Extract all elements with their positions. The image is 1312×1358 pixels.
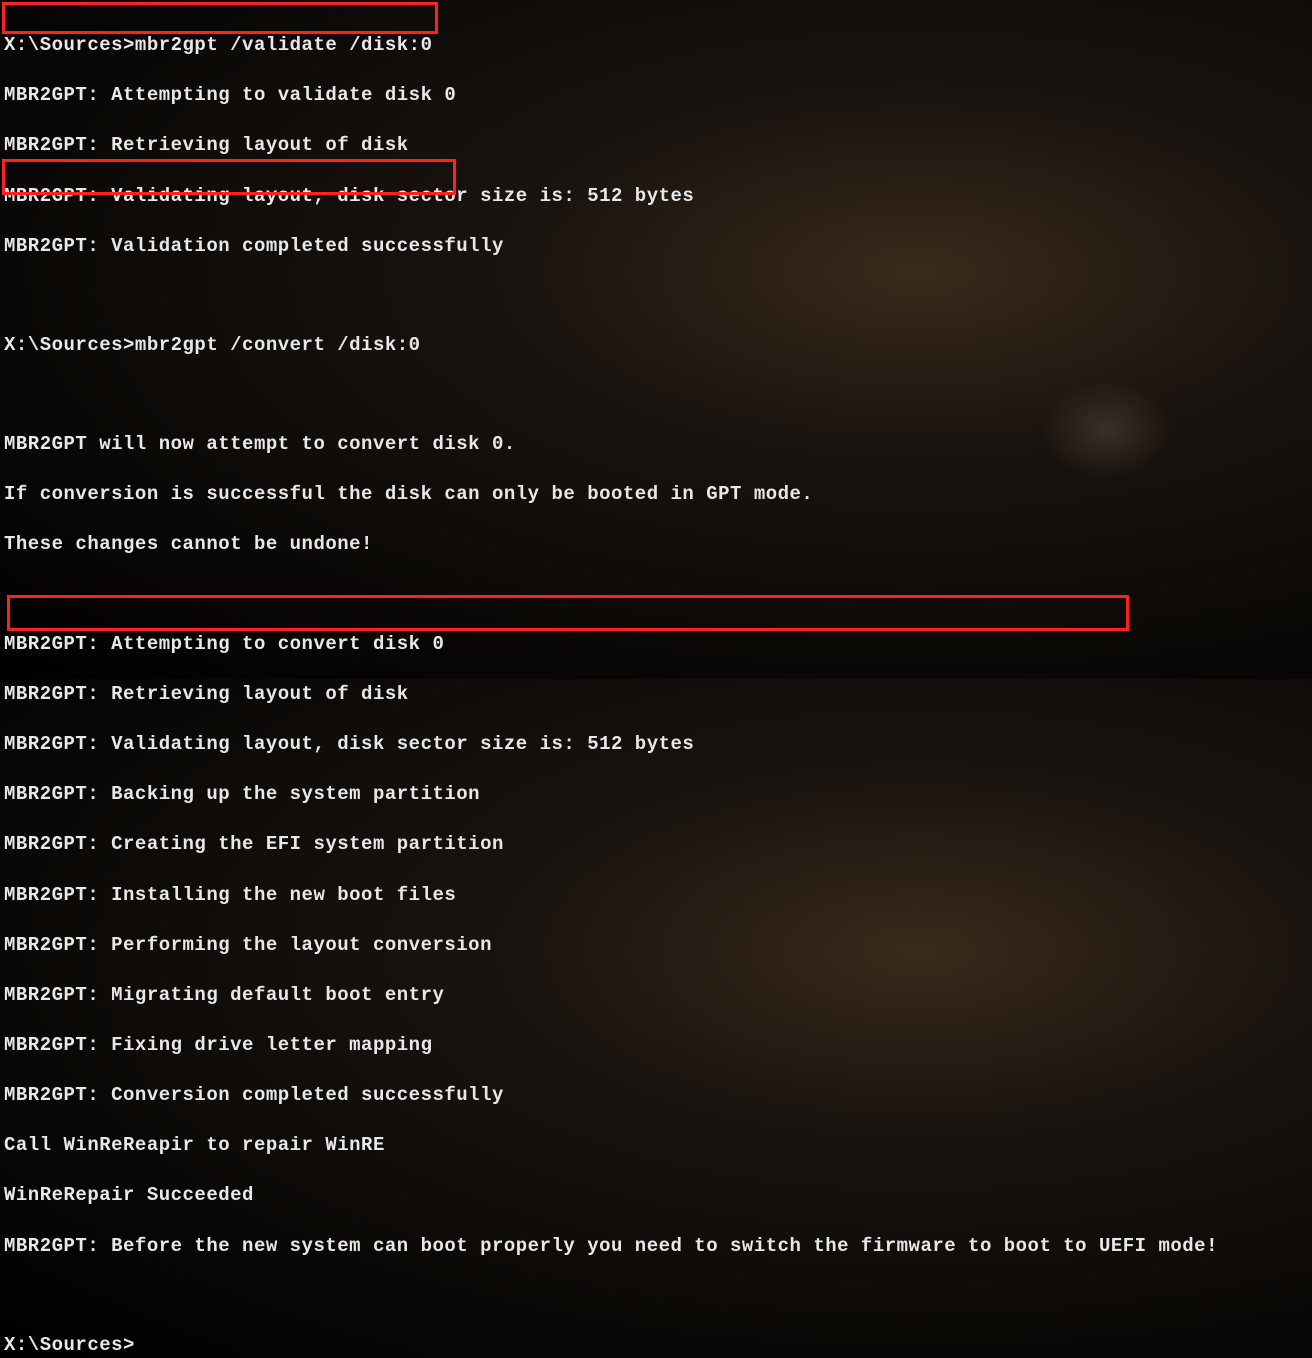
output-line: MBR2GPT: Migrating default boot entry [4,983,1312,1008]
output-line: MBR2GPT: Before the new system can boot … [4,1234,1312,1259]
output-line: MBR2GPT: Retrieving layout of disk [4,682,1312,707]
output-line: WinReRepair Succeeded [4,1183,1312,1208]
output-line: MBR2GPT: Backing up the system partition [4,782,1312,807]
terminal-output[interactable]: X:\Sources>mbr2gpt /validate /disk:0 MBR… [4,8,1312,1358]
command-convert: mbr2gpt /convert /disk:0 [135,334,421,356]
output-line: MBR2GPT: Validating layout, disk sector … [4,184,1312,209]
prompt: X:\Sources> [4,334,135,356]
output-line: MBR2GPT: Retrieving layout of disk [4,133,1312,158]
output-line: Call WinReReapir to repair WinRE [4,1133,1312,1158]
command-validate: mbr2gpt /validate /disk:0 [135,34,433,56]
output-line: MBR2GPT: Fixing drive letter mapping [4,1033,1312,1058]
output-line: MBR2GPT will now attempt to convert disk… [4,432,1312,457]
output-line: If conversion is successful the disk can… [4,482,1312,507]
prompt: X:\Sources> [4,34,135,56]
output-line: MBR2GPT: Attempting to validate disk 0 [4,83,1312,108]
output-line: MBR2GPT: Installing the new boot files [4,883,1312,908]
output-line: MBR2GPT: Conversion completed successful… [4,1083,1312,1108]
output-line: MBR2GPT: Validating layout, disk sector … [4,732,1312,757]
output-line: MBR2GPT: Attempting to convert disk 0 [4,632,1312,657]
output-line: MBR2GPT: Performing the layout conversio… [4,933,1312,958]
prompt: X:\Sources> [4,1334,135,1356]
output-line: MBR2GPT: Creating the EFI system partiti… [4,832,1312,857]
output-line: MBR2GPT: Validation completed successful… [4,234,1312,259]
output-line: These changes cannot be undone! [4,532,1312,557]
